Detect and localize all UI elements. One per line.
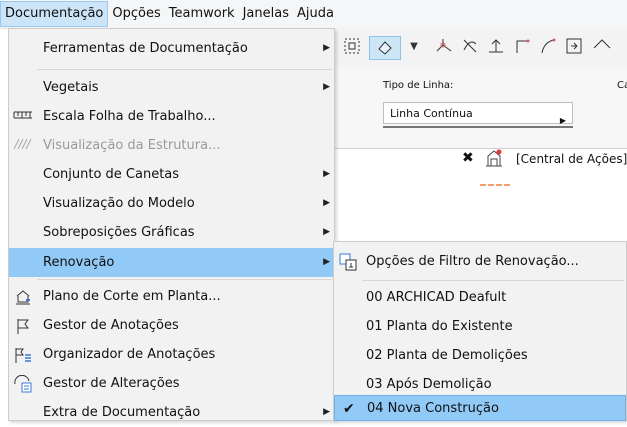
menu-item-label: Vegetais bbox=[43, 80, 99, 95]
menu-item-label: Extra de Documentação bbox=[43, 405, 201, 420]
menu-item-label: Renovação bbox=[43, 255, 115, 270]
house-tool-icon[interactable] bbox=[591, 36, 613, 58]
fill-tool-icon[interactable] bbox=[369, 36, 401, 60]
submenu-arrow-icon: ▶ bbox=[323, 227, 330, 237]
menu-item-label: 02 Planta de Demolições bbox=[366, 348, 528, 363]
menu-item-vegetais[interactable]: Vegetais ▶ bbox=[9, 73, 334, 102]
renovacao-submenu: Opções de Filtro de Renovação... 00 ARCH… bbox=[333, 241, 627, 421]
menu-teamwork[interactable]: Teamwork bbox=[165, 1, 239, 27]
menu-item-organizador-anotacoes[interactable]: Organizador de Anotações bbox=[9, 340, 334, 369]
annotation-organizer-icon bbox=[13, 346, 33, 364]
offset-tool-icon[interactable] bbox=[563, 36, 585, 58]
cut-label: Ca bbox=[617, 80, 627, 91]
menu-item-label: Visualização do Modelo bbox=[43, 196, 195, 211]
menu-item-plano-corte[interactable]: Plano de Corte em Planta... bbox=[9, 282, 334, 311]
menu-item-renovacao[interactable]: Renovação ▶ bbox=[9, 248, 334, 277]
submenu-arrow-icon: ▶ bbox=[323, 82, 330, 92]
menu-item-label: Escala Folha de Trabalho... bbox=[43, 109, 216, 124]
menu-item-label: Gestor de Anotações bbox=[43, 318, 179, 333]
menu-item-label: 00 ARCHICAD Deafult bbox=[366, 290, 507, 305]
menu-item-label: Gestor de Alterações bbox=[43, 376, 180, 391]
menu-item-extra-documentacao[interactable]: Extra de Documentação ▶ bbox=[9, 398, 334, 427]
submenu-arrow-icon: ▶ bbox=[323, 407, 330, 417]
close-icon[interactable]: ✖ bbox=[462, 150, 474, 166]
checkmark-icon: ✔ bbox=[343, 401, 355, 417]
menu-opcoes[interactable]: Opções bbox=[108, 1, 164, 27]
menu-item-label: Plano de Corte em Planta... bbox=[43, 289, 221, 304]
menu-item-gestor-anotacoes[interactable]: Gestor de Anotações bbox=[9, 311, 334, 340]
menu-item-label: Ferramentas de Documentação bbox=[43, 41, 248, 56]
renovation-filter-icon bbox=[338, 252, 358, 272]
menu-separator bbox=[37, 69, 332, 70]
background-toolbar: ▼ bbox=[335, 28, 627, 69]
menu-item-label: Sobreposições Gráficas bbox=[43, 225, 195, 240]
structure-hatch-icon bbox=[13, 137, 33, 155]
menu-item-label: 01 Planta do Existente bbox=[366, 319, 513, 334]
submenu-item-01[interactable]: 01 Planta do Existente bbox=[334, 312, 626, 341]
documentacao-dropdown: Ferramentas de Documentação ▶ Vegetais ▶… bbox=[8, 28, 335, 421]
line-type-value: Linha Contínua bbox=[390, 107, 473, 120]
menu-item-label: Visualização da Estrutura... bbox=[43, 138, 221, 153]
curve-tool-icon[interactable] bbox=[537, 36, 559, 58]
menu-separator bbox=[362, 280, 624, 281]
menu-item-conjunto-canetas[interactable]: Conjunto de Canetas ▶ bbox=[9, 160, 334, 189]
info-panel: Tipo de Linha: Ca Linha Contínua ▶ bbox=[335, 68, 627, 149]
menu-janelas[interactable]: Janelas bbox=[239, 1, 293, 27]
corner-tool-icon[interactable] bbox=[511, 36, 533, 58]
menu-item-label: Opções de Filtro de Renovação... bbox=[366, 254, 579, 269]
change-manager-icon bbox=[13, 374, 33, 393]
menu-item-label: Conjunto de Canetas bbox=[43, 167, 180, 182]
line-preview bbox=[383, 126, 573, 128]
submenu-arrow-icon: ▶ bbox=[323, 257, 330, 267]
menu-item-ferramentas-documentacao[interactable]: Ferramentas de Documentação ▶ bbox=[9, 34, 334, 63]
submenu-item-opcoes-filtro[interactable]: Opções de Filtro de Renovação... bbox=[334, 247, 626, 276]
menubar: Documentação Opções Teamwork Janelas Aju… bbox=[0, 0, 627, 29]
menu-item-visualizacao-estrutura: Visualização da Estrutura... bbox=[9, 131, 334, 160]
scale-ruler-icon bbox=[13, 108, 33, 126]
menu-documentacao[interactable]: Documentação bbox=[0, 1, 109, 27]
menu-item-label: Organizador de Anotações bbox=[43, 347, 216, 362]
menu-item-sobreposicoes-graficas[interactable]: Sobreposições Gráficas ▶ bbox=[9, 218, 334, 247]
line-type-select[interactable]: Linha Contínua ▶ bbox=[383, 102, 573, 125]
submenu-item-04[interactable]: ✔ 04 Nova Construção bbox=[334, 395, 626, 421]
submenu-item-00[interactable]: 00 ARCHICAD Deafult bbox=[334, 283, 626, 312]
tipo-de-linha-label: Tipo de Linha: bbox=[383, 80, 454, 91]
dashed-line bbox=[480, 184, 510, 186]
palette-title: [Central de Ações] bbox=[516, 152, 627, 166]
select-icon[interactable] bbox=[341, 36, 363, 58]
action-center-icon bbox=[484, 148, 504, 168]
line-split-icon[interactable] bbox=[433, 36, 455, 58]
submenu-arrow-icon: ▶ bbox=[323, 43, 330, 53]
menu-ajuda[interactable]: Ajuda bbox=[293, 1, 338, 27]
menu-item-gestor-alteracoes[interactable]: Gestor de Alterações bbox=[9, 369, 334, 398]
menu-item-escala-folha[interactable]: Escala Folha de Trabalho... bbox=[9, 102, 334, 131]
adjust-tool-icon[interactable] bbox=[485, 36, 507, 58]
submenu-arrow-icon: ▶ bbox=[323, 198, 330, 208]
chevron-right-icon: ▶ bbox=[559, 116, 566, 125]
submenu-arrow-icon: ▶ bbox=[323, 169, 330, 179]
menu-item-visualizacao-modelo[interactable]: Visualização do Modelo ▶ bbox=[9, 189, 334, 218]
menu-separator bbox=[37, 279, 332, 280]
floor-plan-cut-icon bbox=[13, 288, 33, 306]
arc-tool-icon[interactable] bbox=[459, 36, 481, 58]
menu-item-label: 04 Nova Construção bbox=[367, 401, 499, 416]
dropdown-arrow-icon[interactable]: ▼ bbox=[403, 36, 425, 58]
submenu-item-02[interactable]: 02 Planta de Demolições bbox=[334, 341, 626, 370]
flag-icon bbox=[13, 317, 33, 335]
